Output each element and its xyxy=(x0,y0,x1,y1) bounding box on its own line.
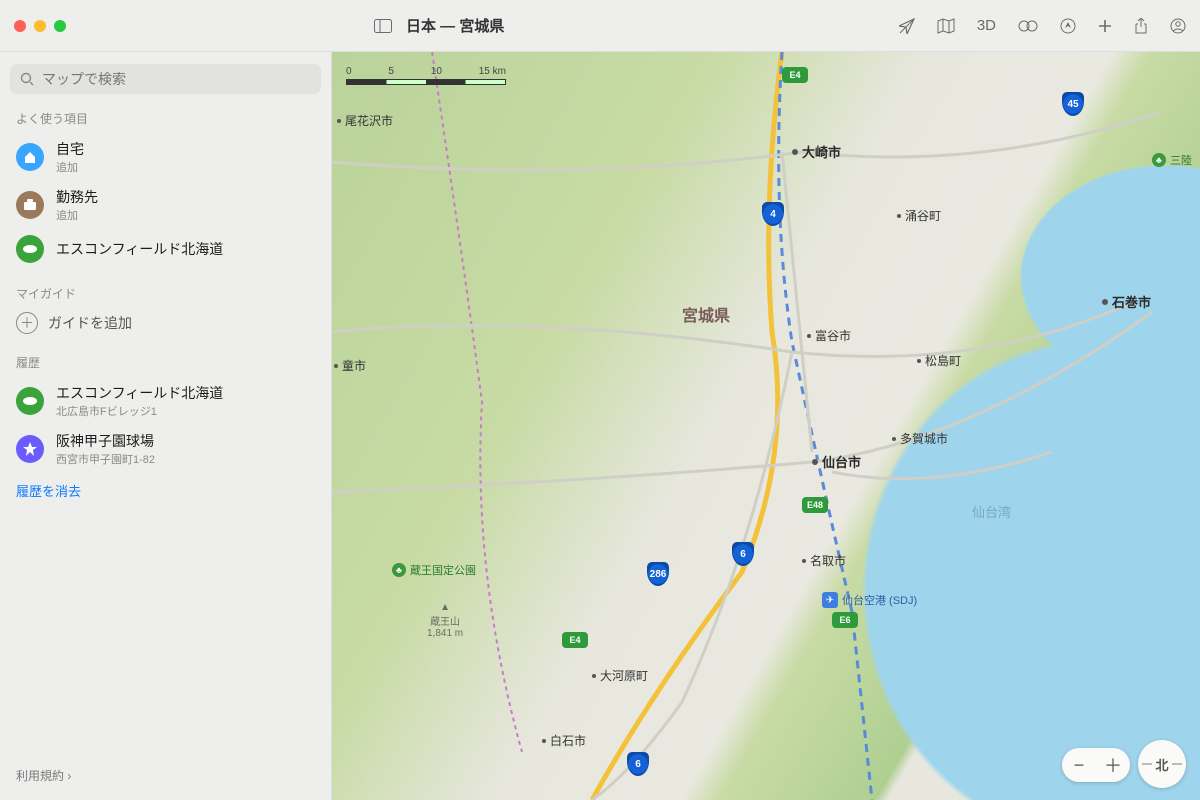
city-label[interactable]: 童市 xyxy=(334,357,366,374)
map-canvas[interactable]: 051015 km 宮城県 仙台湾 仙台市 大崎市石巻市 尾花沢市涌谷町富谷市松島町… xyxy=(332,52,1200,800)
city-label[interactable]: 富谷市 xyxy=(807,327,851,344)
bay-label: 仙台湾 xyxy=(972,502,1011,521)
city-label-major[interactable]: 大崎市 xyxy=(792,142,841,161)
close-window[interactable] xyxy=(14,20,26,32)
fullscreen-window[interactable] xyxy=(54,20,66,32)
clear-history-button[interactable]: 履歴を消去 xyxy=(10,473,321,508)
city-label[interactable]: 尾花沢市 xyxy=(337,112,393,129)
city-label[interactable]: 白石市 xyxy=(542,732,586,749)
page-title: 日本 — 宮城県 xyxy=(406,15,504,36)
sidebar-icon xyxy=(374,19,392,33)
sidebar: よく使う項目 自宅追加 勤務先追加 エスコンフィールド北海道 マイガイド ＋ ガ… xyxy=(0,52,332,800)
history-header: 履歴 xyxy=(16,354,315,371)
sidebar-item-history[interactable]: 阪神甲子園球場西宮市甲子園町1-82 xyxy=(10,425,321,473)
expressway-shield: E4 xyxy=(562,632,588,648)
window-controls xyxy=(14,20,66,32)
location-icon[interactable] xyxy=(899,18,915,34)
prefecture-label: 宮城県 xyxy=(682,302,730,326)
city-label-major[interactable]: 仙台市 xyxy=(812,452,861,471)
expressway-shield: E48 xyxy=(802,497,828,513)
city-label[interactable]: 大河原町 xyxy=(592,667,648,684)
directions-icon[interactable] xyxy=(1060,18,1076,34)
search-icon xyxy=(20,72,34,86)
sidebar-item-label: エスコンフィールド北海道 xyxy=(56,383,223,403)
stadium-icon xyxy=(16,235,44,263)
sidebar-item-history[interactable]: エスコンフィールド北海道北広島市Fビレッジ1 xyxy=(10,377,321,425)
lookaround-icon[interactable] xyxy=(1018,19,1038,33)
sidebar-item-label: エスコンフィールド北海道 xyxy=(56,239,223,259)
map-mode-icon[interactable] xyxy=(937,18,955,34)
share-icon[interactable] xyxy=(1134,18,1148,34)
city-label[interactable]: 多賀城市 xyxy=(892,430,948,447)
scale-bar: 051015 km xyxy=(346,66,506,85)
sidebar-item-work[interactable]: 勤務先追加 xyxy=(10,181,321,229)
account-icon[interactable] xyxy=(1170,18,1186,34)
zoom-out-button[interactable]: − xyxy=(1062,748,1096,782)
expressway-shield: E6 xyxy=(832,612,858,628)
sidebar-item-home[interactable]: 自宅追加 xyxy=(10,133,321,181)
star-icon xyxy=(16,435,44,463)
expressway-shield: E4 xyxy=(782,67,808,83)
minimize-window[interactable] xyxy=(34,20,46,32)
sidebar-item-label: 自宅 xyxy=(56,139,84,159)
mountain-peak: ▲蔵王山1,841 m xyxy=(427,602,463,639)
park-poi[interactable]: ♣蔵王国定公園 xyxy=(392,562,476,578)
map-roads xyxy=(332,52,1200,800)
tree-icon: ♣ xyxy=(1152,153,1166,167)
terms-link[interactable]: 利用規約 › xyxy=(10,759,321,792)
stadium-icon xyxy=(16,387,44,415)
sidebar-item-label: 阪神甲子園球場 xyxy=(56,431,155,451)
zoom-in-button[interactable]: ＋ xyxy=(1096,748,1130,782)
city-label[interactable]: 名取市 xyxy=(802,552,846,569)
city-label[interactable]: 涌谷町 xyxy=(897,207,941,224)
favorites-header: よく使う項目 xyxy=(16,110,315,127)
sidebar-item-label: 勤務先 xyxy=(56,187,98,207)
city-label[interactable]: 松島町 xyxy=(917,352,961,369)
guides-header: マイガイド xyxy=(16,285,315,302)
home-icon xyxy=(16,143,44,171)
sidebar-item-favorite-place[interactable]: エスコンフィールド北海道 xyxy=(10,229,321,269)
briefcase-icon xyxy=(16,191,44,219)
3d-toggle[interactable]: 3D xyxy=(977,17,996,34)
park-poi[interactable]: ♣三陸 xyxy=(1152,152,1192,168)
add-icon[interactable] xyxy=(1098,19,1112,33)
search-field[interactable] xyxy=(10,64,321,94)
toolbar-right: 3D xyxy=(899,17,1186,34)
add-guide-button[interactable]: ＋ ガイドを追加 xyxy=(10,308,321,338)
plus-circle-icon: ＋ xyxy=(16,312,38,334)
sidebar-toggle-button[interactable] xyxy=(374,19,392,33)
compass-button[interactable]: 北 xyxy=(1138,740,1186,788)
search-input[interactable] xyxy=(42,71,311,87)
tree-icon: ♣ xyxy=(392,563,406,577)
zoom-control: − ＋ xyxy=(1062,748,1130,782)
city-label-major[interactable]: 石巻市 xyxy=(1102,292,1151,311)
airplane-icon: ✈ xyxy=(822,592,838,608)
airport-poi[interactable]: ✈仙台空港 (SDJ) xyxy=(822,592,917,608)
titlebar: 日本 — 宮城県 3D xyxy=(0,0,1200,52)
